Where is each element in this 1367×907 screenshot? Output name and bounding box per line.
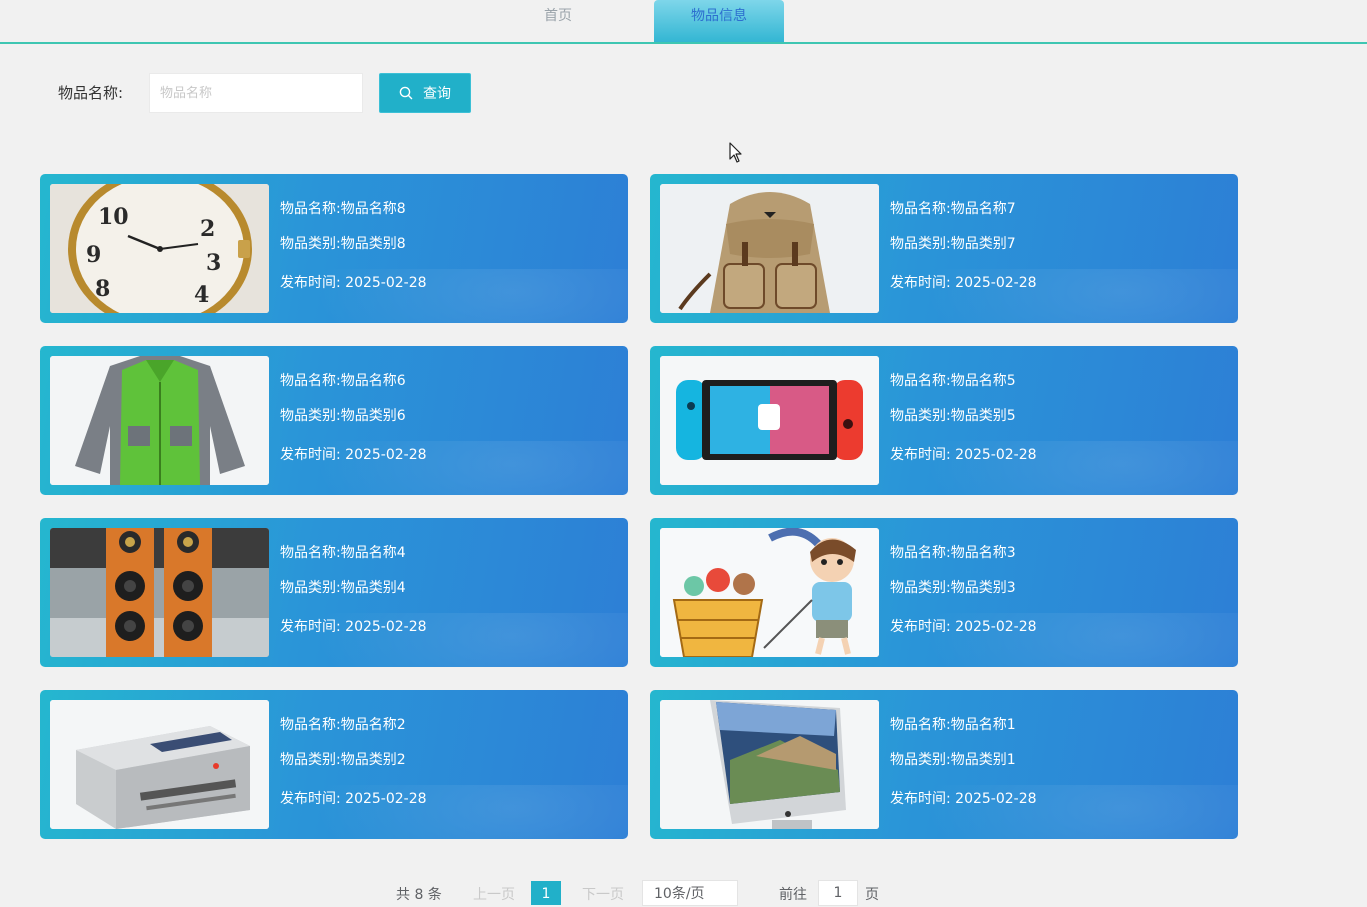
search-input[interactable] — [149, 73, 363, 113]
item-card[interactable]: 物品名称:物品名称4 物品类别:物品类别4 发布时间: 2025-02-28 — [40, 518, 628, 667]
item-publish-time: 发布时间: 2025-02-28 — [890, 791, 1037, 807]
item-name: 物品名称:物品名称6 — [280, 373, 406, 389]
nav-item-home[interactable]: 首页 — [494, 0, 622, 42]
item-image-green-jacket — [50, 356, 269, 485]
nav-item-items-info[interactable]: 物品信息 — [654, 0, 784, 42]
search-label: 物品名称: — [58, 84, 124, 102]
item-card[interactable]: 物品名称:物品名称3 物品类别:物品类别3 发布时间: 2025-02-28 — [650, 518, 1238, 667]
item-card[interactable]: 物品名称:物品名称5 物品类别:物品类别5 发布时间: 2025-02-28 — [650, 346, 1238, 495]
top-nav: 首页 物品信息 — [0, 0, 1367, 44]
item-name: 物品名称:物品名称8 — [280, 201, 406, 217]
item-image-game-console — [660, 356, 879, 485]
item-publish-time: 发布时间: 2025-02-28 — [280, 447, 427, 463]
item-publish-time: 发布时间: 2025-02-28 — [280, 275, 427, 291]
pagination-goto-label: 前往 — [779, 887, 807, 903]
svg-text:9: 9 — [86, 242, 101, 268]
item-image-cartoon-child-with-toys — [660, 528, 879, 657]
pagination-next-button[interactable]: 下一页 — [582, 884, 624, 906]
item-publish-time: 发布时间: 2025-02-28 — [890, 275, 1037, 291]
item-card[interactable]: 物品名称:物品名称1 物品类别:物品类别1 发布时间: 2025-02-28 — [650, 690, 1238, 839]
item-image-backpack — [660, 184, 879, 313]
item-category: 物品类别:物品类别7 — [890, 236, 1016, 252]
item-category: 物品类别:物品类别4 — [280, 580, 406, 596]
item-category: 物品类别:物品类别2 — [280, 752, 406, 768]
item-publish-time: 发布时间: 2025-02-28 — [890, 447, 1037, 463]
item-category: 物品类别:物品类别3 — [890, 580, 1016, 596]
page-size-select[interactable]: 10条/页 — [642, 880, 738, 906]
item-image-speakers — [50, 528, 269, 657]
item-card[interactable]: 10 9 8 2 3 4 物品名称:物品名称8 物品类别:物品类别8 发布时间:… — [40, 174, 628, 323]
search-icon — [399, 86, 413, 100]
mouse-cursor-icon — [729, 142, 742, 163]
item-card[interactable]: 物品名称:物品名称7 物品类别:物品类别7 发布时间: 2025-02-28 — [650, 174, 1238, 323]
item-image-desktop-computer — [660, 700, 879, 829]
item-category: 物品类别:物品类别5 — [890, 408, 1016, 424]
svg-text:3: 3 — [206, 250, 221, 276]
item-name: 物品名称:物品名称1 — [890, 717, 1016, 733]
item-name: 物品名称:物品名称7 — [890, 201, 1016, 217]
item-category: 物品类别:物品类别6 — [280, 408, 406, 424]
search-button[interactable]: 查询 — [379, 73, 471, 113]
svg-text:8: 8 — [95, 276, 110, 302]
item-publish-time: 发布时间: 2025-02-28 — [890, 619, 1037, 635]
item-image-wristwatch: 10 9 8 2 3 4 — [50, 184, 269, 313]
search-button-label: 查询 — [423, 86, 451, 102]
item-card[interactable]: 物品名称:物品名称6 物品类别:物品类别6 发布时间: 2025-02-28 — [40, 346, 628, 495]
item-name: 物品名称:物品名称3 — [890, 545, 1016, 561]
item-category: 物品类别:物品类别8 — [280, 236, 406, 252]
pagination-prev-button[interactable]: 上一页 — [473, 884, 515, 906]
item-image-printer — [50, 700, 269, 829]
item-publish-time: 发布时间: 2025-02-28 — [280, 791, 427, 807]
item-publish-time: 发布时间: 2025-02-28 — [280, 619, 427, 635]
item-name: 物品名称:物品名称2 — [280, 717, 406, 733]
item-category: 物品类别:物品类别1 — [890, 752, 1016, 768]
item-name: 物品名称:物品名称4 — [280, 545, 406, 561]
pagination-total: 共 8 条 — [396, 887, 442, 903]
pagination-goto-input[interactable] — [818, 880, 858, 906]
svg-text:10: 10 — [98, 204, 129, 230]
pagination-page-suffix: 页 — [865, 887, 879, 903]
svg-text:4: 4 — [194, 282, 209, 308]
pagination-page-1[interactable]: 1 — [531, 881, 561, 905]
item-name: 物品名称:物品名称5 — [890, 373, 1016, 389]
svg-text:2: 2 — [200, 216, 215, 242]
item-card[interactable]: 物品名称:物品名称2 物品类别:物品类别2 发布时间: 2025-02-28 — [40, 690, 628, 839]
